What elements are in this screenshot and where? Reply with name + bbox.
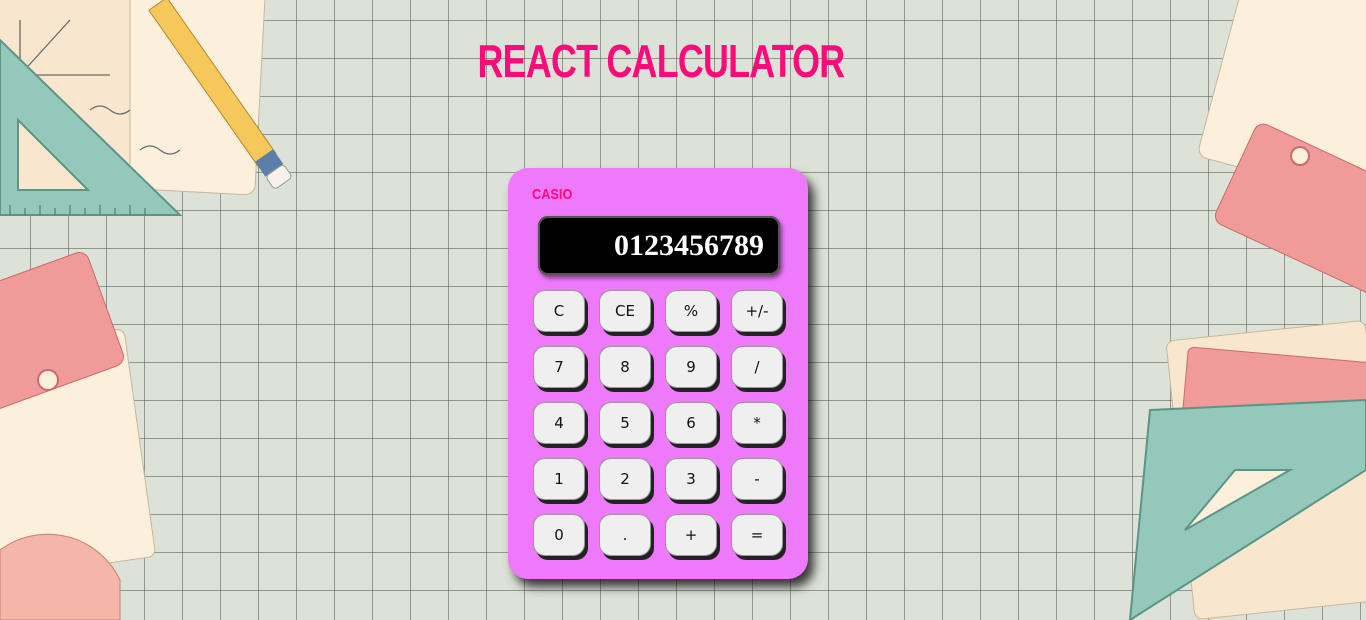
key-9[interactable]: 9 [665,346,717,388]
key-add[interactable]: + [665,514,717,556]
key-divide[interactable]: / [731,346,783,388]
calculator-brand: CASIO [532,186,573,203]
key-5[interactable]: 5 [599,402,651,444]
calculator: CASIO 0123456789 C CE % +/- 7 8 9 / 4 5 … [508,168,808,579]
key-2[interactable]: 2 [599,458,651,500]
key-subtract[interactable]: - [731,458,783,500]
key-6[interactable]: 6 [665,402,717,444]
key-7[interactable]: 7 [533,346,585,388]
key-toggle-sign[interactable]: +/- [731,290,783,332]
key-clear[interactable]: C [533,290,585,332]
key-3[interactable]: 3 [665,458,717,500]
key-4[interactable]: 4 [533,402,585,444]
key-equals[interactable]: = [731,514,783,556]
key-decimal[interactable]: . [599,514,651,556]
key-8[interactable]: 8 [599,346,651,388]
key-clear-entry[interactable]: CE [599,290,651,332]
triangle-ruler-illustration [1128,0,1366,620]
key-0[interactable]: 0 [533,514,585,556]
calculator-display: 0123456789 [538,216,780,275]
key-multiply[interactable]: * [731,402,783,444]
keypad: C CE % +/- 7 8 9 / 4 5 6 * 1 2 3 - 0 . +… [533,290,783,556]
key-percent[interactable]: % [665,290,717,332]
ruler-illustration [0,251,156,620]
key-1[interactable]: 1 [533,458,585,500]
page-title: REACT CALCULATOR [477,35,846,87]
